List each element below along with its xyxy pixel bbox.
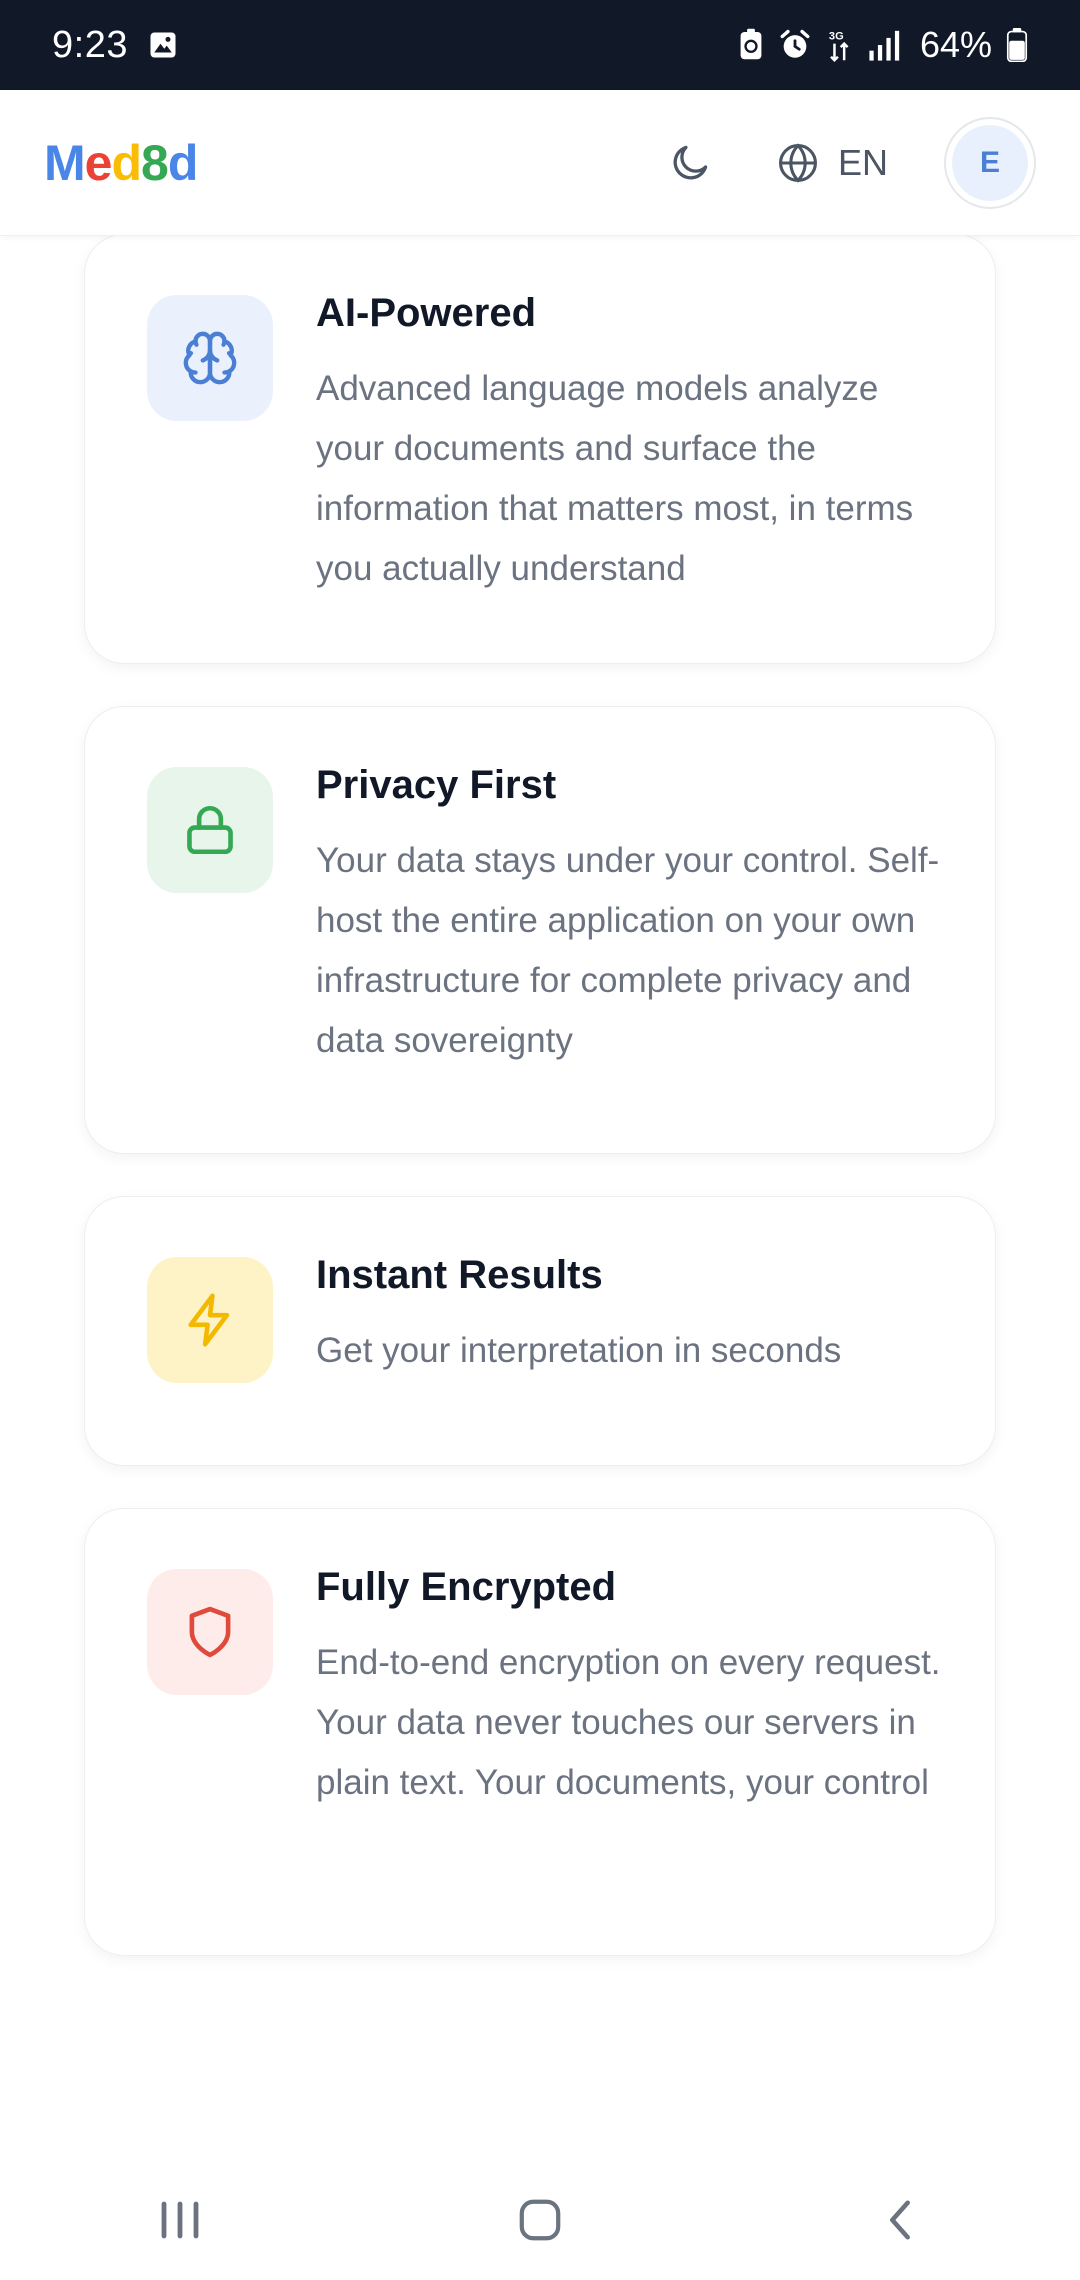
feature-description: End-to-end encryption on every request. … (316, 1643, 941, 1802)
logo-letter: d (111, 134, 142, 191)
avatar-initial: E (979, 145, 1000, 179)
back-icon (890, 2200, 910, 2240)
globe-icon (779, 142, 817, 183)
feature-card-fully-encrypted: Fully Encrypted End-to-end encryption on… (84, 1508, 996, 1956)
status-icons: 3G 64% (738, 24, 1028, 66)
battery-saver-icon (738, 28, 764, 62)
feature-text: AI-Powered Advanced language models anal… (316, 287, 956, 599)
gallery-notification-icon (148, 30, 178, 60)
feature-title: Instant Results (316, 1253, 603, 1297)
home-icon (519, 2199, 561, 2241)
feature-icon-box (147, 1257, 273, 1383)
feature-text: Fully Encrypted End-to-end encryption on… (316, 1561, 956, 1813)
svg-text:3G: 3G (829, 30, 844, 42)
language-label: EN (837, 141, 888, 183)
signal-icon (868, 29, 902, 61)
feature-title: Privacy First (316, 763, 557, 807)
feature-description: Get your interpretation in seconds (316, 1331, 842, 1370)
avatar: E (952, 124, 1028, 201)
header-actions: EN E (658, 116, 1036, 209)
status-bar: 9:23 3G 64% (0, 0, 1080, 90)
home-button[interactable] (470, 2170, 610, 2270)
feature-title: Fully Encrypted (316, 1565, 617, 1609)
feature-text: Privacy First Your data stays under your… (316, 759, 956, 1071)
moon-icon (673, 145, 708, 179)
med8d-logo[interactable]: Med8d (44, 134, 199, 192)
dark-mode-toggle[interactable] (658, 131, 722, 195)
app-screen: 9:23 3G 64% Med8d EN E AI-Powered Advanc… (0, 0, 1080, 2280)
logo-letter: 8 (141, 134, 169, 191)
language-switcher[interactable]: EN (776, 141, 888, 185)
feature-description: Advanced language models analyze your do… (316, 369, 914, 588)
feature-card-privacy-first: Privacy First Your data stays under your… (84, 706, 996, 1154)
alarm-icon (778, 28, 812, 62)
system-navigation-bar (0, 2160, 1080, 2280)
feature-icon-box (147, 1569, 273, 1695)
logo-letter: e (84, 134, 113, 191)
recent-apps-button[interactable] (110, 2170, 250, 2270)
feature-card-ai-powered: AI-Powered Advanced language models anal… (84, 234, 996, 664)
lock-icon (187, 806, 233, 855)
battery-icon (1006, 28, 1028, 62)
logo-letter: d (167, 134, 199, 191)
back-button[interactable] (830, 2170, 970, 2270)
feature-card-instant-results: Instant Results Get your interpretation … (84, 1196, 996, 1466)
data-transfer-icon: 3G (826, 27, 854, 63)
app-header: Med8d EN E (0, 90, 1080, 236)
feature-title: AI-Powered (316, 291, 537, 335)
feature-icon-box (147, 295, 273, 421)
recent-apps-icon (161, 2201, 199, 2239)
lightning-icon (188, 1293, 230, 1347)
shield-icon (189, 1606, 231, 1658)
brain-icon (183, 331, 237, 385)
feature-icon-box (147, 767, 273, 893)
user-avatar-button[interactable]: E (944, 116, 1036, 209)
logo-letter: M (44, 134, 86, 191)
battery-percentage: 64% (919, 24, 992, 65)
feature-text: Instant Results Get your interpretation … (316, 1249, 956, 1381)
feature-description: Your data stays under your control. Self… (316, 841, 940, 1060)
status-time: 9:23 (52, 23, 128, 66)
